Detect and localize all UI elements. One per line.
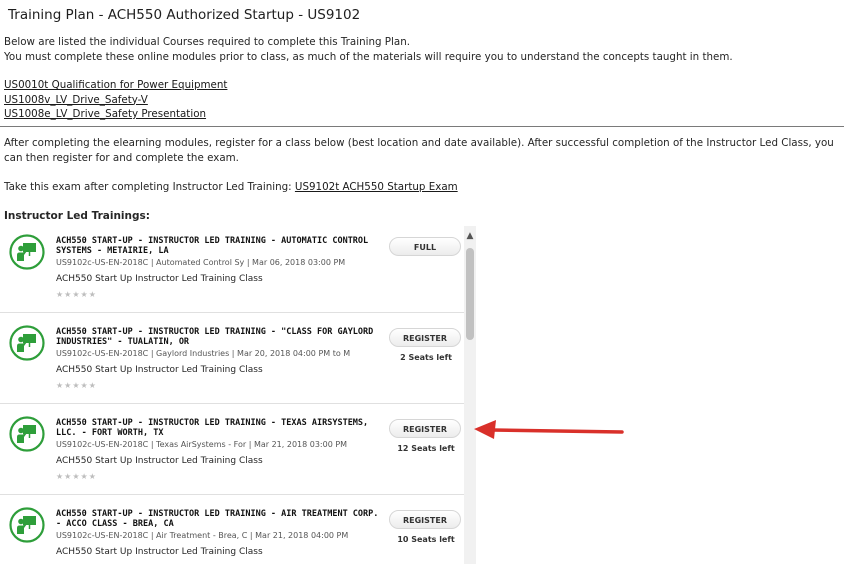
red-arrow-icon: [474, 420, 624, 439]
module-link-qualification[interactable]: US0010t Qualification for Power Equipmen…: [4, 78, 227, 93]
instructor-presentation-icon: [9, 507, 45, 543]
course-item[interactable]: ACH550 START-UP - INSTRUCTOR LED TRAININ…: [0, 226, 464, 313]
page-title: Training Plan - ACH550 Authorized Startu…: [8, 7, 361, 23]
course-meta: US9102c-US-EN-2018C | Texas AirSystems -…: [56, 440, 348, 449]
course-description: ACH550 Start Up Instructor Led Training …: [56, 456, 263, 466]
scrollbar-thumb[interactable]: [466, 248, 474, 340]
course-item[interactable]: ACH550 START-UP - INSTRUCTOR LED TRAININ…: [0, 499, 464, 564]
course-meta: US9102c-US-EN-2018C | Air Treatment - Br…: [56, 531, 349, 540]
exam-prefix: Take this exam after completing Instruct…: [4, 181, 295, 193]
course-item[interactable]: ACH550 START-UP - INSTRUCTOR LED TRAININ…: [0, 317, 464, 404]
intro-line-2: You must complete these online modules p…: [4, 51, 733, 63]
chevron-up-icon[interactable]: ▲: [465, 232, 475, 241]
seats-left: 12 Seats left: [397, 444, 455, 453]
instructor-presentation-icon: [9, 325, 45, 361]
register-button[interactable]: REGISTER: [389, 328, 461, 347]
course-meta: US9102c-US-EN-2018C | Gaylord Industries…: [56, 349, 351, 358]
register-button[interactable]: REGISTER: [389, 419, 461, 438]
intro-line-1: Below are listed the individual Courses …: [4, 36, 410, 48]
module-links: US0010t Qualification for Power Equipmen…: [4, 78, 227, 122]
register-button[interactable]: REGISTER: [389, 510, 461, 529]
course-title[interactable]: ACH550 START-UP - INSTRUCTOR LED TRAININ…: [56, 418, 386, 438]
course-meta: US9102c-US-EN-2018C | Automated Control …: [56, 258, 346, 267]
intro-text: Below are listed the individual Courses …: [4, 35, 733, 65]
course-description: ACH550 Start Up Instructor Led Training …: [56, 547, 263, 557]
rating-stars: ★★★★★: [56, 472, 97, 481]
course-title[interactable]: ACH550 START-UP - INSTRUCTOR LED TRAININ…: [56, 509, 386, 529]
module-link-drive-safety-presentation[interactable]: US1008e_LV_Drive_Safety Presentation: [4, 107, 227, 122]
course-title[interactable]: ACH550 START-UP - INSTRUCTOR LED TRAININ…: [56, 327, 386, 347]
course-list-panel[interactable]: ACH550 START-UP - INSTRUCTOR LED TRAININ…: [0, 226, 476, 564]
instructor-led-heading: Instructor Led Trainings:: [4, 210, 150, 222]
rating-stars: ★★★★★: [56, 381, 97, 390]
full-button[interactable]: FULL: [389, 237, 461, 256]
section-divider: [0, 126, 844, 127]
course-title[interactable]: ACH550 START-UP - INSTRUCTOR LED TRAININ…: [56, 236, 386, 256]
course-description: ACH550 Start Up Instructor Led Training …: [56, 365, 263, 375]
exam-link[interactable]: US9102t ACH550 Startup Exam: [295, 181, 458, 193]
module-link-drive-safety-video[interactable]: US1008v_LV_Drive_Safety-V: [4, 93, 227, 108]
registration-instructions: After completing the elearning modules, …: [4, 137, 834, 164]
course-list-scrollbar[interactable]: ▲: [464, 226, 476, 564]
rating-stars: ★★★★★: [56, 290, 97, 299]
seats-left: 10 Seats left: [397, 535, 455, 544]
seats-left: 2 Seats left: [400, 353, 452, 362]
instructor-presentation-icon: [9, 234, 45, 270]
instructor-presentation-icon: [9, 416, 45, 452]
course-item[interactable]: ACH550 START-UP - INSTRUCTOR LED TRAININ…: [0, 408, 464, 495]
exam-line: Take this exam after completing Instruct…: [4, 181, 458, 193]
course-description: ACH550 Start Up Instructor Led Training …: [56, 274, 263, 284]
